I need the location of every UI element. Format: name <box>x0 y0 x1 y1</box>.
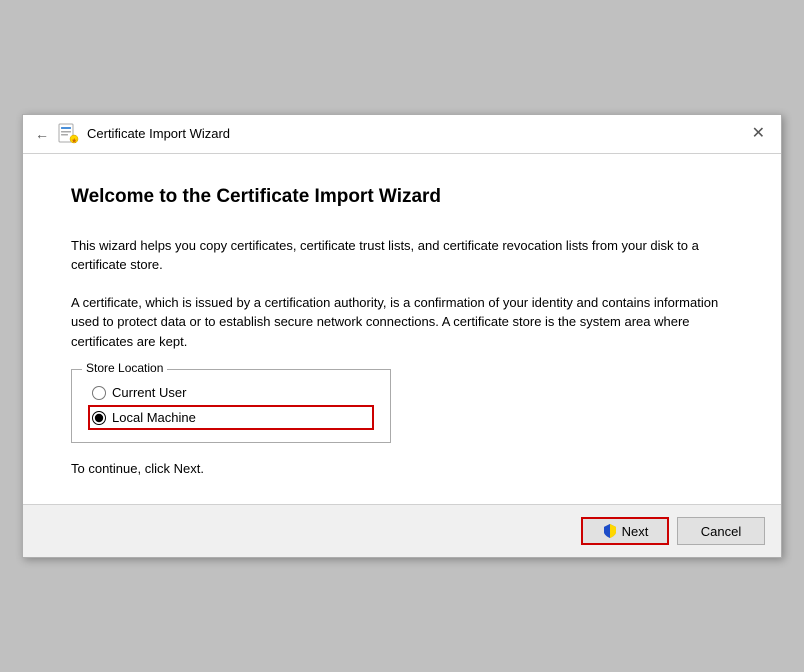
next-label: Next <box>622 524 649 539</box>
next-button[interactable]: Next <box>581 517 669 545</box>
store-location-legend: Store Location <box>82 361 167 375</box>
description-2: A certificate, which is issued by a cert… <box>71 293 733 352</box>
radio-current-user-input[interactable] <box>92 386 106 400</box>
dialog-title: Certificate Import Wizard <box>87 126 230 141</box>
radio-local-machine-label: Local Machine <box>112 410 196 425</box>
main-heading: Welcome to the Certificate Import Wizard <box>71 186 733 208</box>
description-1: This wizard helps you copy certificates,… <box>71 236 733 275</box>
cancel-label: Cancel <box>701 524 741 539</box>
svg-text:★: ★ <box>72 137 78 144</box>
wizard-dialog: ← ★ Certificate Import Wizard ✕ Welcome … <box>22 114 782 559</box>
store-location-group: Store Location Current User Local Machin… <box>71 369 391 443</box>
radio-current-user-label: Current User <box>112 385 186 400</box>
radio-current-user[interactable]: Current User <box>88 380 374 405</box>
radio-local-machine[interactable]: Local Machine <box>88 405 374 430</box>
back-button[interactable]: ← <box>35 126 49 142</box>
close-button[interactable]: ✕ <box>748 126 769 142</box>
title-bar-left: ← ★ Certificate Import Wizard <box>35 123 230 145</box>
wizard-icon: ★ <box>57 123 79 145</box>
radio-local-machine-input[interactable] <box>92 411 106 425</box>
cancel-button[interactable]: Cancel <box>677 517 765 545</box>
dialog-footer: Next Cancel <box>23 504 781 557</box>
title-bar: ← ★ Certificate Import Wizard ✕ <box>23 115 781 154</box>
dialog-body: Welcome to the Certificate Import Wizard… <box>23 154 781 505</box>
continue-text: To continue, click Next. <box>71 461 733 476</box>
shield-uac-icon <box>602 523 618 539</box>
